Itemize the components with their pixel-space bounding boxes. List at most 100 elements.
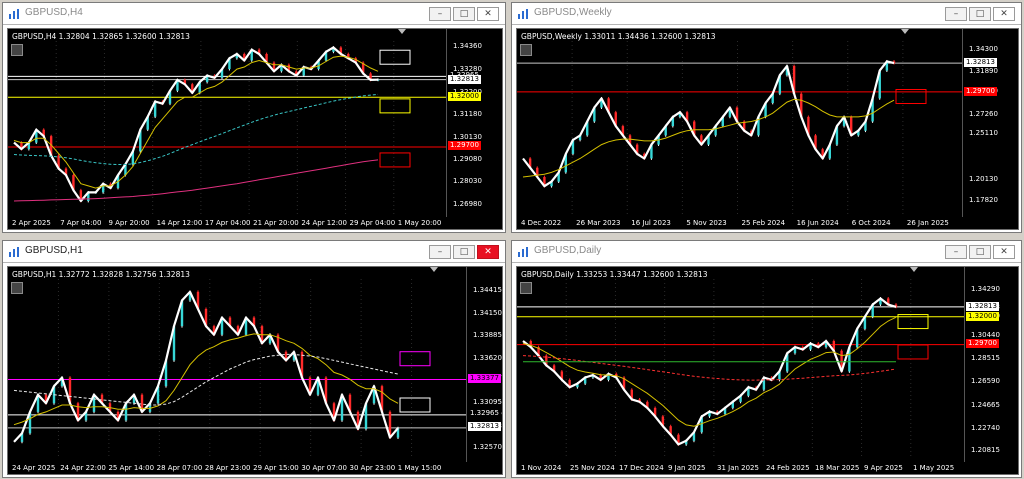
- time-axis[interactable]: 1 Nov 2024 25 Nov 2024 17 Dec 2024 9 Jan 20…: [517, 462, 1018, 474]
- time-tick-label: 14 Apr 12:00: [156, 219, 203, 227]
- time-axis[interactable]: 2 Apr 2025 7 Apr 04:00 9 Apr 20:00 14 Apr 1…: [8, 217, 502, 229]
- time-tick-label: 25 Feb 2024: [741, 219, 786, 227]
- chart-area[interactable]: GBPUSD,H1 1.32772 1.32828 1.32756 1.3281…: [7, 266, 503, 475]
- zone-rectangle: [379, 49, 411, 65]
- time-tick-label: 18 Mar 2025: [815, 464, 860, 472]
- symbol-ohlc-label: GBPUSD,H1 1.32772 1.32828 1.32756 1.3281…: [12, 270, 190, 279]
- price-chart[interactable]: [517, 267, 964, 462]
- shift-marker-icon[interactable]: [430, 267, 438, 272]
- price-level-tag: 1.32000: [966, 311, 999, 321]
- price-tick-label: 1.20815: [971, 446, 1000, 454]
- restore-button[interactable]: □: [969, 245, 991, 259]
- price-tick-label: 1.25110: [969, 129, 998, 138]
- window-title: GBPUSD,Daily: [534, 245, 602, 256]
- price-level-tag: 1.32000: [448, 92, 481, 102]
- window-titlebar[interactable]: GBPUSD,H4 – □ ✕: [3, 3, 505, 25]
- time-tick-label: 6 Oct 2024: [851, 219, 891, 227]
- window-title: GBPUSD,Weekly: [534, 7, 612, 18]
- symbol-ohlc-label: GBPUSD,H4 1.32804 1.32865 1.32600 1.3281…: [12, 32, 190, 41]
- chart-area[interactable]: GBPUSD,Daily 1.33253 1.33447 1.32600 1.3…: [516, 266, 1019, 475]
- zone-rectangle: [379, 98, 411, 114]
- time-tick-label: 29 Apr 15:00: [253, 464, 299, 472]
- price-level-tag: 1.32813: [964, 58, 997, 68]
- chart-window-icon: [518, 247, 528, 257]
- chart-window-h1[interactable]: GBPUSD,H1 – □ ✕ GBPUSD,H1 1.32772 1.3282…: [2, 240, 506, 478]
- price-tick-label: 1.31180: [453, 110, 482, 119]
- price-tick-label: 1.24665: [971, 400, 1000, 409]
- zone-rectangle: [399, 397, 431, 413]
- restore-button[interactable]: □: [453, 245, 475, 259]
- shift-marker-icon[interactable]: [901, 29, 909, 34]
- close-button[interactable]: ✕: [477, 7, 499, 21]
- time-tick-label: 30 Apr 07:00: [301, 464, 347, 472]
- price-level-tag: 1.32813: [966, 302, 999, 311]
- one-click-trading-icon[interactable]: [520, 282, 532, 294]
- price-axis[interactable]: 1.34290 1.328131.32000 1.30440 1.28515 1.265…: [964, 267, 1018, 474]
- minimize-button[interactable]: –: [945, 245, 967, 259]
- one-click-trading-icon[interactable]: [11, 282, 23, 294]
- time-tick-label: 1 May 2025: [913, 464, 955, 472]
- price-axis[interactable]: 1.34415 1.34150 1.33885 1.33620 1.33377 1.330…: [466, 267, 502, 474]
- price-tick-label: 1.28515: [971, 354, 1000, 363]
- time-tick-label: 30 Apr 23:00: [349, 464, 396, 472]
- time-tick-label: 26 Mar 2023: [576, 219, 621, 227]
- time-tick-label: 26 Jan 2025: [906, 219, 949, 227]
- price-tick-label: 1.34290: [971, 284, 1000, 293]
- restore-button[interactable]: □: [453, 7, 475, 21]
- minimize-button[interactable]: –: [429, 7, 451, 21]
- price-tick-label: 1.33095: [473, 398, 502, 407]
- symbol-ohlc-label: GBPUSD,Weekly 1.33011 1.34436 1.32600 1.…: [521, 32, 716, 41]
- price-level-tag: 1.29700: [448, 141, 481, 151]
- minimize-button[interactable]: –: [945, 7, 967, 21]
- chart-area[interactable]: GBPUSD,H4 1.32804 1.32865 1.32600 1.3281…: [7, 28, 503, 230]
- price-tick-label: 1.30130: [453, 132, 482, 141]
- price-axis[interactable]: 1.34300 1.31890 1.29700 1.27260 1.25110 1.201…: [962, 29, 1018, 229]
- chart-area[interactable]: GBPUSD,Weekly 1.33011 1.34436 1.32600 1.…: [516, 28, 1019, 230]
- price-tick-label: 1.27260: [969, 109, 998, 118]
- zone-rectangle: [379, 152, 411, 168]
- shift-marker-icon[interactable]: [910, 267, 918, 272]
- chart-window-icon: [518, 9, 528, 19]
- price-level-tag: 1.32813: [448, 74, 481, 84]
- chart-window-weekly[interactable]: GBPUSD,Weekly – □ ✕ GBPUSD,Weekly 1.3301…: [511, 2, 1022, 233]
- price-tick-label: 1.29080: [453, 154, 482, 163]
- zone-rectangle: [399, 351, 431, 367]
- price-level-tag: 1.29700: [966, 339, 999, 349]
- restore-button[interactable]: □: [969, 7, 991, 21]
- time-tick-label: 1 Nov 2024: [521, 464, 562, 472]
- price-tick-label: 1.28030: [453, 177, 482, 186]
- price-chart[interactable]: [8, 267, 466, 462]
- price-chart[interactable]: [517, 29, 962, 217]
- shift-marker-icon[interactable]: [398, 29, 406, 34]
- time-tick-label: 28 Apr 07:00: [156, 464, 203, 472]
- chart-window-h4[interactable]: GBPUSD,H4 – □ ✕ GBPUSD,H4 1.32804 1.3286…: [2, 2, 506, 233]
- chart-window-daily[interactable]: GBPUSD,Daily – □ ✕ GBPUSD,Daily 1.33253 …: [511, 240, 1022, 478]
- window-titlebar[interactable]: GBPUSD,Weekly – □ ✕: [512, 3, 1021, 25]
- price-tick-label: 1.34300: [969, 45, 998, 54]
- window-titlebar[interactable]: GBPUSD,Daily – □ ✕: [512, 241, 1021, 263]
- window-title: GBPUSD,H1: [25, 245, 83, 256]
- close-button[interactable]: ✕: [477, 245, 499, 259]
- time-tick-label: 2 Apr 2025: [12, 219, 51, 227]
- one-click-trading-icon[interactable]: [520, 44, 532, 56]
- time-tick-label: 31 Jan 2025: [717, 464, 759, 472]
- price-chart[interactable]: [8, 29, 446, 217]
- window-titlebar[interactable]: GBPUSD,H1 – □ ✕: [3, 241, 505, 263]
- close-button[interactable]: ✕: [993, 245, 1015, 259]
- price-tick-label: 1.32570: [473, 442, 502, 451]
- price-tick-label: 1.26590: [971, 377, 1000, 386]
- time-axis[interactable]: 4 Dec 2022 26 Mar 2023 16 Jul 2023 5 Nov 20…: [517, 217, 1018, 229]
- price-line: [522, 60, 895, 188]
- price-level-tag: 1.29700: [964, 86, 997, 96]
- price-tick-label: 1.33885: [473, 331, 502, 340]
- price-line: [13, 46, 379, 203]
- price-axis[interactable]: 1.343601.332801.322001.311801.301301.290…: [446, 29, 502, 229]
- time-tick-label: 21 Apr 20:00: [253, 219, 299, 227]
- one-click-trading-icon[interactable]: [11, 44, 23, 56]
- time-tick-label: 1 May 15:00: [397, 464, 442, 472]
- time-tick-label: 4 Dec 2022: [521, 219, 562, 227]
- time-axis[interactable]: 24 Apr 2025 24 Apr 22:00 25 Apr 14:00 28 Ap…: [8, 462, 502, 474]
- time-tick-label: 25 Nov 2024: [570, 464, 615, 472]
- minimize-button[interactable]: –: [429, 245, 451, 259]
- close-button[interactable]: ✕: [993, 7, 1015, 21]
